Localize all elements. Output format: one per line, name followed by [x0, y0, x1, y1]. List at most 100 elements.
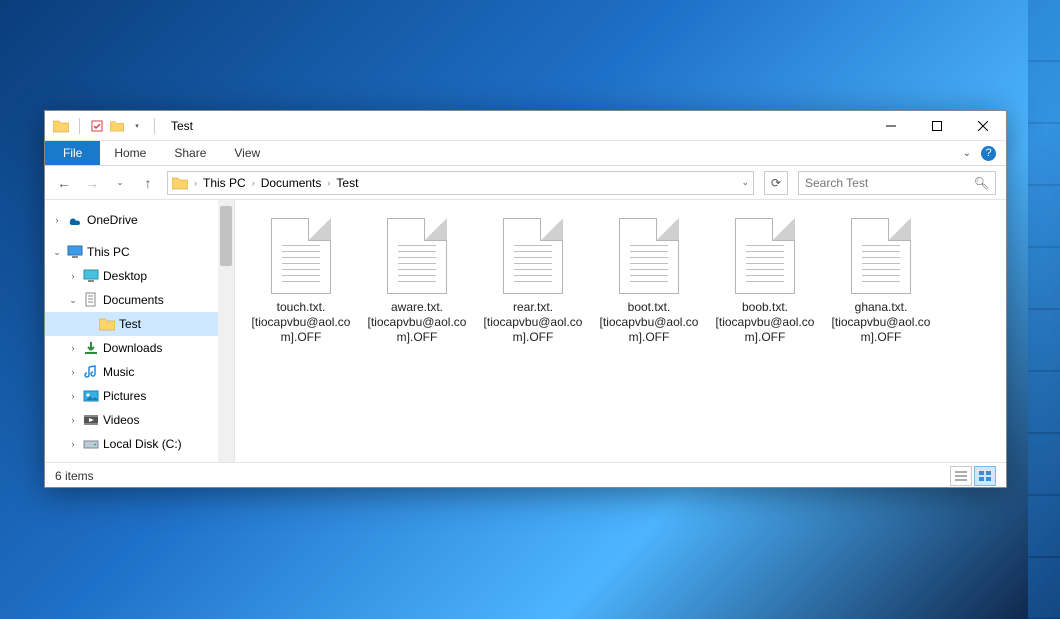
sidebar-item-label: Downloads: [103, 341, 162, 355]
pictures-icon: [83, 388, 99, 404]
sidebar-item-pictures[interactable]: › Pictures: [45, 384, 234, 408]
ribbon-collapse-icon[interactable]: ⌄: [963, 148, 971, 159]
desktop-icon: [83, 268, 99, 284]
sidebar-item-documents[interactable]: ⌄ Documents: [45, 288, 234, 312]
recent-locations-button[interactable]: ⌄: [111, 174, 129, 192]
file-item[interactable]: rear.txt.[tiocapvbu@aol.com].OFF: [475, 212, 591, 345]
sidebar-item-label: OneDrive: [87, 213, 138, 227]
documents-icon: [83, 292, 99, 308]
status-bar: 6 items: [45, 462, 1006, 488]
chevron-right-icon[interactable]: ›: [194, 178, 197, 188]
file-item[interactable]: touch.txt.[tiocapvbu@aol.com].OFF: [243, 212, 359, 345]
chevron-right-icon[interactable]: ›: [67, 415, 79, 425]
folder-icon: [53, 119, 69, 133]
scrollbar-thumb[interactable]: [220, 206, 232, 266]
help-icon[interactable]: ?: [981, 146, 996, 161]
sidebar-item-label: Local Disk (C:): [103, 437, 182, 451]
file-item[interactable]: boot.txt.[tiocapvbu@aol.com].OFF: [591, 212, 707, 345]
back-button[interactable]: ←: [55, 174, 73, 192]
tab-share[interactable]: Share: [160, 141, 220, 165]
music-icon: [83, 364, 99, 380]
file-list[interactable]: touch.txt.[tiocapvbu@aol.com].OFF aware.…: [235, 200, 1006, 462]
navigation-pane: › OneDrive ⌄ This PC › Desktop ⌄: [45, 200, 235, 462]
chevron-right-icon[interactable]: ›: [67, 391, 79, 401]
sidebar-item-videos[interactable]: › Videos: [45, 408, 234, 432]
details-view-button[interactable]: [950, 466, 972, 486]
sidebar-item-label: Test: [119, 317, 141, 331]
file-item[interactable]: ghana.txt.[tiocapvbu@aol.com].OFF: [823, 212, 939, 345]
breadcrumb-test[interactable]: Test: [336, 176, 358, 190]
ribbon-tabs: File Home Share View ⌄ ?: [45, 141, 1006, 166]
file-name: touch.txt.[tiocapvbu@aol.com].OFF: [243, 300, 359, 345]
separator: [79, 118, 80, 134]
pc-icon: [67, 244, 83, 260]
onedrive-icon: [67, 212, 83, 228]
forward-button[interactable]: →: [83, 174, 101, 192]
sidebar-item-thispc[interactable]: ⌄ This PC: [45, 240, 234, 264]
separator: [154, 118, 155, 134]
sidebar-item-desktop[interactable]: › Desktop: [45, 264, 234, 288]
navigation-bar: ← → ⌄ ↑ › This PC › Documents › Test ⌄ ⟳…: [45, 166, 1006, 200]
sidebar-item-test[interactable]: Test: [45, 312, 234, 336]
minimize-button[interactable]: [868, 111, 914, 141]
sidebar-item-label: Documents: [103, 293, 164, 307]
folder-icon: [99, 316, 115, 332]
titlebar: ▾ Test: [45, 111, 1006, 141]
tab-view[interactable]: View: [220, 141, 274, 165]
sidebar-item-label: Desktop: [103, 269, 147, 283]
qat-properties-icon[interactable]: [90, 119, 104, 133]
folder-icon: [172, 176, 188, 190]
sidebar-item-label: Pictures: [103, 389, 146, 403]
search-input[interactable]: [805, 176, 974, 190]
breadcrumb-thispc[interactable]: This PC: [203, 176, 246, 190]
file-icon: [613, 212, 685, 294]
tab-file[interactable]: File: [45, 141, 100, 165]
file-item[interactable]: boob.txt.[tiocapvbu@aol.com].OFF: [707, 212, 823, 345]
chevron-right-icon[interactable]: ›: [67, 439, 79, 449]
chevron-right-icon[interactable]: ›: [67, 343, 79, 353]
drive-icon: [83, 436, 99, 452]
item-count: 6 items: [55, 469, 94, 483]
sidebar-item-downloads[interactable]: › Downloads: [45, 336, 234, 360]
chevron-right-icon[interactable]: ›: [252, 178, 255, 188]
chevron-right-icon[interactable]: ›: [67, 271, 79, 281]
chevron-right-icon[interactable]: ›: [51, 215, 63, 225]
file-icon: [381, 212, 453, 294]
file-explorer-window: ▾ Test File Home Share View ⌄ ? ← → ⌄ ↑ …: [44, 110, 1007, 488]
file-icon: [497, 212, 569, 294]
chevron-right-icon[interactable]: ›: [67, 367, 79, 377]
file-name: ghana.txt.[tiocapvbu@aol.com].OFF: [823, 300, 939, 345]
file-icon: [729, 212, 801, 294]
up-button[interactable]: ↑: [139, 174, 157, 192]
file-item[interactable]: aware.txt.[tiocapvbu@aol.com].OFF: [359, 212, 475, 345]
sidebar-item-localdisk[interactable]: › Local Disk (C:): [45, 432, 234, 456]
videos-icon: [83, 412, 99, 428]
tab-home[interactable]: Home: [100, 141, 160, 165]
search-box[interactable]: 🔍︎: [798, 171, 996, 195]
qat-dropdown-icon[interactable]: ▾: [130, 119, 144, 133]
breadcrumb-documents[interactable]: Documents: [261, 176, 322, 190]
sidebar-item-label: Videos: [103, 413, 139, 427]
sidebar-item-music[interactable]: › Music: [45, 360, 234, 384]
refresh-button[interactable]: ⟳: [764, 171, 788, 195]
file-name: rear.txt.[tiocapvbu@aol.com].OFF: [475, 300, 591, 345]
sidebar-item-onedrive[interactable]: › OneDrive: [45, 208, 234, 232]
address-dropdown-icon[interactable]: ⌄: [741, 177, 749, 188]
file-name: aware.txt.[tiocapvbu@aol.com].OFF: [359, 300, 475, 345]
sidebar-item-label: This PC: [87, 245, 130, 259]
scrollbar[interactable]: [218, 200, 234, 462]
large-icons-view-button[interactable]: [974, 466, 996, 486]
chevron-down-icon[interactable]: ⌄: [51, 247, 63, 258]
close-button[interactable]: [960, 111, 1006, 141]
chevron-right-icon[interactable]: ›: [327, 178, 330, 188]
search-icon[interactable]: 🔍︎: [974, 176, 989, 190]
chevron-down-icon[interactable]: ⌄: [67, 295, 79, 306]
qat-newfolder-icon[interactable]: [110, 119, 124, 133]
desktop-background-bar: [1028, 0, 1060, 619]
file-name: boot.txt.[tiocapvbu@aol.com].OFF: [591, 300, 707, 345]
address-bar[interactable]: › This PC › Documents › Test ⌄: [167, 171, 754, 195]
sidebar-item-label: Music: [103, 365, 134, 379]
maximize-button[interactable]: [914, 111, 960, 141]
downloads-icon: [83, 340, 99, 356]
file-icon: [265, 212, 337, 294]
